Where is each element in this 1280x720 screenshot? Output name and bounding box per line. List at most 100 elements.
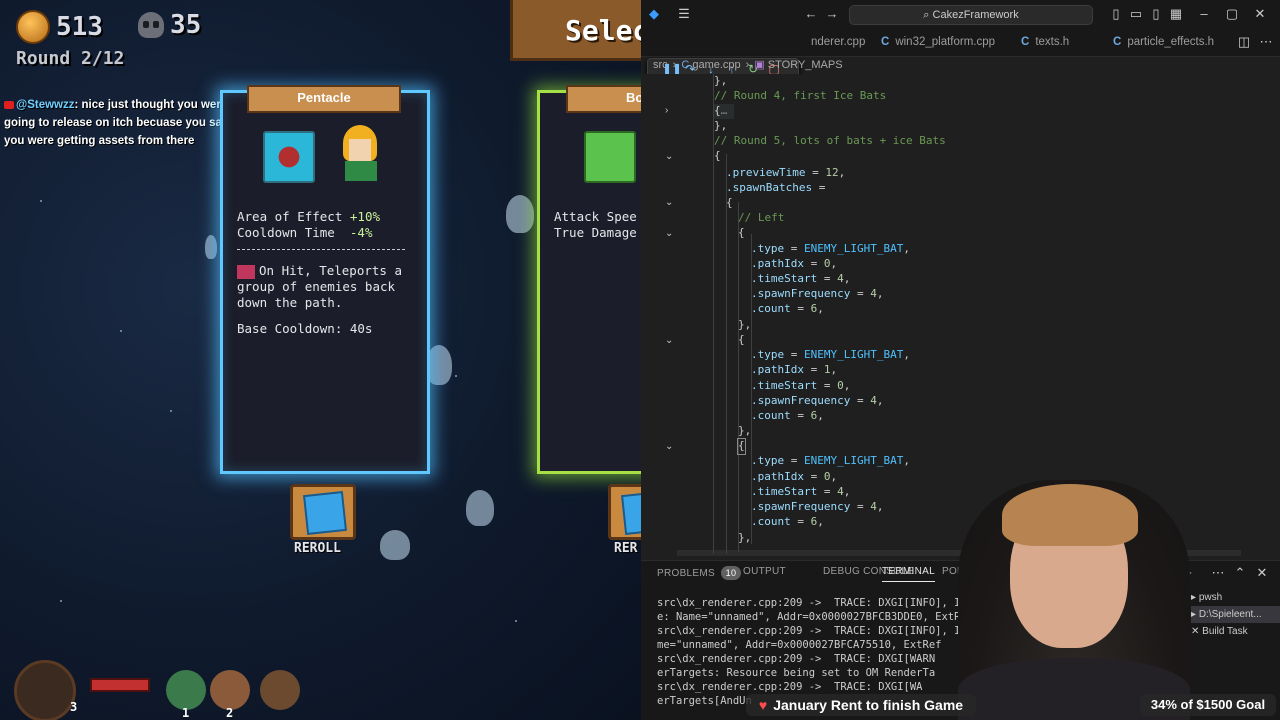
divider	[237, 249, 405, 250]
game-view: 513 35 Round 2/12 @Stewwzz: nice just th…	[0, 0, 641, 720]
code-line: .type = ENEMY_LIGHT_BAT,	[751, 454, 910, 467]
ice-crystal	[506, 195, 534, 233]
maximize-panel-icon[interactable]: ⌃	[1233, 566, 1247, 580]
code-line: .spawnFrequency = 4,	[751, 500, 884, 513]
maximize-icon[interactable]: ▢	[1225, 7, 1239, 21]
tab-output[interactable]: OUTPUT	[743, 566, 786, 577]
menu-icon[interactable]: ☰	[677, 7, 691, 21]
terminal-session[interactable]: ▸ D:\Spieleent...	[1191, 606, 1280, 623]
toggle-panel-icon[interactable]: ▭	[1129, 7, 1143, 21]
code-line: .pathIdx = 1,	[751, 363, 838, 376]
code-editor[interactable]: }, // Round 4, first Ice Bats › {… }, //…	[641, 74, 1280, 560]
dice-icon	[303, 491, 347, 535]
ice-crystal	[205, 235, 217, 259]
indent-guide	[738, 202, 739, 552]
chevron-down-icon[interactable]: ⌄	[665, 336, 675, 346]
item-card-bolt[interactable]: Bol Attack Spee True Damage	[537, 85, 641, 474]
terminal-session[interactable]: ✕ Build Task	[1191, 623, 1280, 640]
stat-row: Cooldown Time -4%	[237, 225, 373, 240]
forward-arrow-icon[interactable]: →	[825, 7, 839, 21]
close-icon[interactable]: ✕	[1253, 7, 1267, 21]
terminal-session[interactable]: ▸ pwsh	[1191, 589, 1280, 606]
toggle-sidebar-icon[interactable]: ▯	[1109, 7, 1123, 21]
code-line: },	[714, 119, 728, 132]
close-panel-icon[interactable]: ✕	[1255, 566, 1269, 580]
base-cooldown: Base Cooldown: 40s	[237, 321, 373, 336]
chevron-down-icon[interactable]: ⌄	[665, 442, 675, 452]
code-line: {	[738, 333, 745, 346]
chevron-down-icon[interactable]: ⌄	[665, 152, 675, 162]
hero-slot[interactable]	[14, 660, 76, 720]
youtube-icon	[4, 100, 14, 109]
more-actions-icon[interactable]: ⋯	[1259, 35, 1273, 49]
breadcrumb-item[interactable]: STORY_MAPS	[768, 59, 843, 71]
reroll-label: REROLL	[294, 541, 341, 556]
code-line: .count = 6,	[751, 302, 824, 315]
breadcrumb-item[interactable]: src	[653, 59, 668, 71]
code-line: .pathIdx = 0,	[751, 257, 838, 270]
code-line: .spawnFrequency = 4,	[751, 394, 884, 407]
select-banner: Selec	[510, 0, 641, 61]
ice-crystal	[466, 490, 494, 526]
terminal-line: src\dx_renderer.cpp:209 -> TRACE: DXGI[W…	[657, 681, 923, 693]
pentacle-icon	[263, 131, 315, 183]
cpp-file-icon: C	[681, 59, 693, 71]
back-arrow-icon[interactable]: ←	[804, 7, 818, 21]
tower-slot[interactable]	[210, 670, 250, 710]
problems-count-badge: 10	[720, 566, 741, 580]
code-line: .spawnFrequency = 4,	[751, 287, 884, 300]
code-line: .count = 6,	[751, 409, 824, 422]
chevron-right-icon[interactable]: ›	[665, 106, 675, 116]
chevron-down-icon[interactable]: ⌄	[665, 198, 675, 208]
chevron-down-icon[interactable]: ⌄	[665, 229, 675, 239]
slot-number: 2	[226, 706, 234, 720]
slot-number: 1	[182, 706, 190, 720]
star	[455, 375, 457, 377]
terminal-line: me="unnamed", Addr=0x0000027BFCA75510, E…	[657, 639, 942, 651]
slot-number: 3	[70, 700, 78, 714]
star	[120, 330, 122, 332]
vertical-scrollbar[interactable]	[1269, 74, 1277, 554]
code-line: },	[738, 531, 752, 544]
magnifier-item-icon	[584, 131, 636, 183]
code-line: .timeStart = 4,	[751, 272, 851, 285]
toggle-secondary-sidebar-icon[interactable]: ▯	[1149, 7, 1163, 21]
more-actions-icon[interactable]: ⋯	[1211, 566, 1225, 580]
breadcrumb-item[interactable]: game.cpp	[692, 59, 740, 71]
terminal-icon: ▸	[1191, 592, 1199, 603]
heart-icon: ♥	[758, 697, 768, 713]
effect-text: On Hit, Teleports a group of enemies bac…	[237, 263, 402, 310]
layout-icon[interactable]: ▦	[1169, 7, 1183, 21]
hero-portrait	[333, 123, 389, 181]
tab-problems[interactable]: PROBLEMS 10	[657, 566, 741, 580]
reroll-button[interactable]	[290, 484, 356, 540]
terminal-line: e: Name="unnamed", Addr=0x0000027BFCB3DD…	[657, 611, 967, 623]
code-line: {	[738, 226, 745, 239]
tower-slot[interactable]	[260, 670, 300, 710]
item-card-pentacle[interactable]: Pentacle Area of Effect +10% Cooldown Ti…	[220, 85, 430, 474]
tab-win32-platform[interactable]: Cwin32_platform.cpp	[881, 28, 995, 56]
command-search[interactable]: ⌕ CakezFramework	[849, 5, 1093, 25]
code-line: .type = ENEMY_LIGHT_BAT,	[751, 242, 910, 255]
star	[60, 600, 62, 602]
tower-slot[interactable]	[166, 670, 206, 710]
card-title: Pentacle	[247, 85, 401, 113]
split-editor-icon[interactable]: ◫	[1237, 35, 1251, 49]
terminal-line: src\dx_renderer.cpp:209 -> TRACE: DXGI[I…	[657, 625, 980, 637]
code-line: .type = ENEMY_LIGHT_BAT,	[751, 348, 910, 361]
reroll-button-2[interactable]	[608, 484, 641, 540]
breadcrumb: src › C game.cpp › ▣ STORY_MAPS	[653, 59, 843, 71]
tab-renderer[interactable]: nderer.cpp	[811, 28, 865, 56]
terminal-line: erTargets: Resource being set to OM Rend…	[657, 667, 936, 679]
vscode-logo-icon: ◆	[649, 6, 659, 21]
tab-particle-effects[interactable]: Cparticle_effects.h	[1113, 28, 1214, 56]
tab-terminal[interactable]: TERMINAL	[882, 566, 935, 582]
coin-icon	[16, 10, 50, 44]
round-label: Round 2/12	[16, 48, 125, 69]
webcam-feed	[958, 480, 1190, 720]
skull-icon	[138, 12, 164, 38]
minimize-icon[interactable]: –	[1197, 7, 1211, 21]
tab-texts[interactable]: Ctexts.h	[1021, 28, 1069, 56]
symbol-icon: ▣	[754, 59, 768, 71]
hotbar: 3 1 2	[10, 648, 330, 720]
